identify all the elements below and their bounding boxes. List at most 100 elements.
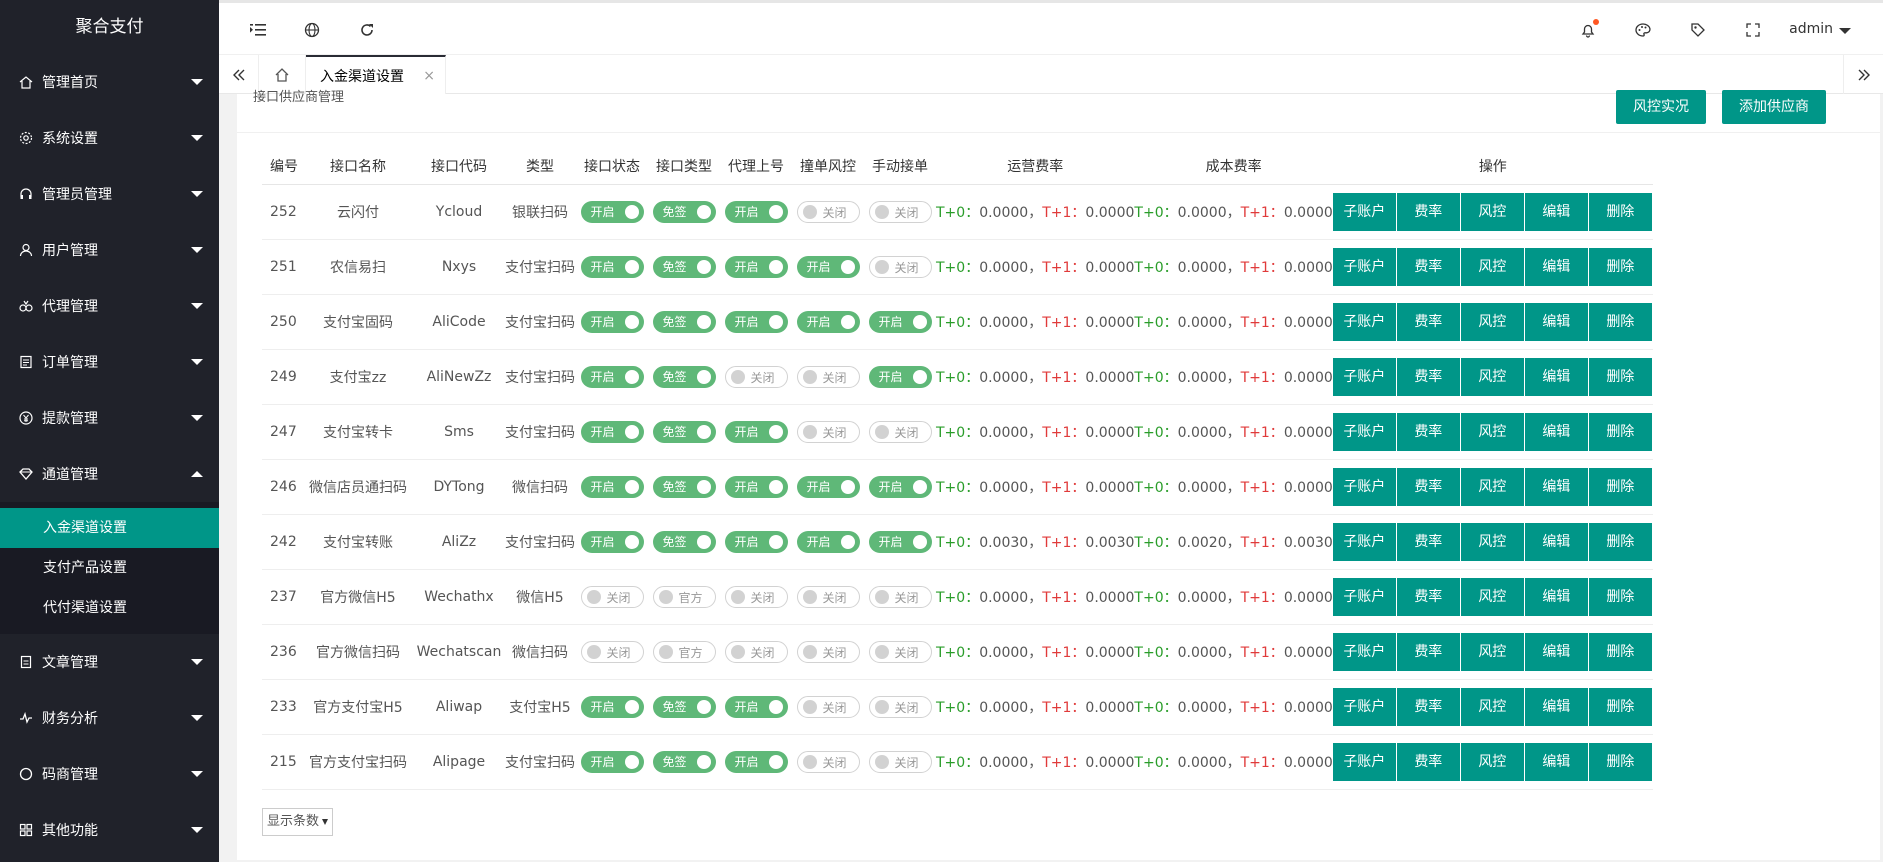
risk-control-button[interactable]: 风控 [1460, 522, 1525, 561]
switch-off[interactable]: 关闭 [868, 200, 932, 223]
switch-off[interactable]: 官方 [652, 585, 716, 608]
edit-button[interactable]: 编辑 [1524, 192, 1589, 231]
switch-on[interactable]: 开启 [580, 255, 644, 278]
switch-off[interactable]: 关闭 [580, 585, 644, 608]
switch-on[interactable]: 开启 [868, 530, 932, 553]
delete-button[interactable]: 删除 [1588, 192, 1653, 231]
rate-button[interactable]: 费率 [1396, 522, 1461, 561]
switch-on[interactable]: 开启 [724, 200, 788, 223]
delete-button[interactable]: 删除 [1588, 687, 1653, 726]
edit-button[interactable]: 编辑 [1524, 357, 1589, 396]
fullscreen-icon[interactable] [1744, 21, 1762, 39]
switch-off[interactable]: 关闭 [724, 585, 788, 608]
sidebar-subitem[interactable]: 代付渠道设置 [0, 588, 219, 628]
switch-on[interactable]: 开启 [580, 695, 644, 718]
risk-control-button[interactable]: 风控 [1460, 632, 1525, 671]
switch-on[interactable]: 免签 [652, 310, 716, 333]
switch-on[interactable]: 开启 [580, 750, 644, 773]
rate-button[interactable]: 费率 [1396, 577, 1461, 616]
delete-button[interactable]: 删除 [1588, 522, 1653, 561]
switch-on[interactable]: 开启 [724, 310, 788, 333]
add-supplier-button[interactable]: 添加供应商 [1722, 90, 1826, 124]
close-icon[interactable]: × [423, 68, 435, 84]
delete-button[interactable]: 删除 [1588, 302, 1653, 341]
switch-on[interactable]: 开启 [724, 695, 788, 718]
risk-control-button[interactable]: 风控 [1460, 357, 1525, 396]
switch-on[interactable]: 开启 [580, 530, 644, 553]
theme-icon[interactable] [1634, 21, 1652, 39]
delete-button[interactable]: 删除 [1588, 247, 1653, 286]
switch-on[interactable]: 开启 [724, 255, 788, 278]
rate-button[interactable]: 费率 [1396, 687, 1461, 726]
switch-off[interactable]: 关闭 [868, 255, 932, 278]
switch-on[interactable]: 开启 [796, 255, 860, 278]
caret-down-icon[interactable] [1839, 28, 1851, 34]
edit-button[interactable]: 编辑 [1524, 577, 1589, 616]
switch-on[interactable]: 开启 [868, 310, 932, 333]
user-menu[interactable]: admin [1789, 21, 1833, 37]
delete-button[interactable]: 删除 [1588, 577, 1653, 616]
switch-off[interactable]: 关闭 [868, 420, 932, 443]
delete-button[interactable]: 删除 [1588, 742, 1653, 781]
sidebar-item[interactable]: 系统设置 [0, 110, 219, 166]
tag-icon[interactable] [1689, 21, 1707, 39]
switch-on[interactable]: 开启 [724, 750, 788, 773]
switch-on[interactable]: 免签 [652, 200, 716, 223]
sub-account-button[interactable]: 子账户 [1332, 302, 1397, 341]
rate-button[interactable]: 费率 [1396, 412, 1461, 451]
delete-button[interactable]: 删除 [1588, 412, 1653, 451]
switch-off[interactable]: 关闭 [580, 640, 644, 663]
switch-on[interactable]: 开启 [868, 365, 932, 388]
switch-off[interactable]: 关闭 [796, 200, 860, 223]
switch-off[interactable]: 关闭 [796, 585, 860, 608]
page-size-select[interactable]: 显示条数 [262, 808, 334, 836]
sidebar-item[interactable]: 通道管理 [0, 446, 219, 502]
switch-off[interactable]: 关闭 [724, 640, 788, 663]
switch-off[interactable]: 关闭 [724, 365, 788, 388]
switch-off[interactable]: 关闭 [796, 640, 860, 663]
edit-button[interactable]: 编辑 [1524, 742, 1589, 781]
switch-on[interactable]: 开启 [580, 310, 644, 333]
switch-off[interactable]: 关闭 [868, 750, 932, 773]
switch-on[interactable]: 免签 [652, 420, 716, 443]
sidebar-item[interactable]: 其他功能 [0, 802, 219, 858]
risk-control-button[interactable]: 风控 [1460, 247, 1525, 286]
switch-on[interactable]: 开启 [580, 200, 644, 223]
sidebar-item[interactable]: 码商管理 [0, 746, 219, 802]
sub-account-button[interactable]: 子账户 [1332, 412, 1397, 451]
switch-on[interactable]: 开启 [724, 475, 788, 498]
switch-on[interactable]: 开启 [796, 310, 860, 333]
switch-on[interactable]: 免签 [652, 750, 716, 773]
sidebar-subitem[interactable]: 支付产品设置 [0, 548, 219, 588]
edit-button[interactable]: 编辑 [1524, 632, 1589, 671]
switch-on[interactable]: 免签 [652, 475, 716, 498]
switch-off[interactable]: 关闭 [796, 420, 860, 443]
sidebar-item[interactable]: 财务分析 [0, 690, 219, 746]
edit-button[interactable]: 编辑 [1524, 467, 1589, 506]
switch-off[interactable]: 关闭 [868, 585, 932, 608]
delete-button[interactable]: 删除 [1588, 467, 1653, 506]
sub-account-button[interactable]: 子账户 [1332, 577, 1397, 616]
switch-on[interactable]: 免签 [652, 365, 716, 388]
sub-account-button[interactable]: 子账户 [1332, 467, 1397, 506]
switch-on[interactable]: 开启 [796, 530, 860, 553]
switch-on[interactable]: 免签 [652, 530, 716, 553]
risk-control-button[interactable]: 风控 [1460, 192, 1525, 231]
rate-button[interactable]: 费率 [1396, 632, 1461, 671]
sidebar-subitem[interactable]: 入金渠道设置 [0, 508, 219, 548]
edit-button[interactable]: 编辑 [1524, 412, 1589, 451]
risk-control-button[interactable]: 风控 [1460, 742, 1525, 781]
delete-button[interactable]: 删除 [1588, 357, 1653, 396]
rate-button[interactable]: 费率 [1396, 467, 1461, 506]
rate-button[interactable]: 费率 [1396, 357, 1461, 396]
sub-account-button[interactable]: 子账户 [1332, 357, 1397, 396]
sub-account-button[interactable]: 子账户 [1332, 632, 1397, 671]
delete-button[interactable]: 删除 [1588, 632, 1653, 671]
sidebar-item[interactable]: 提款管理 [0, 390, 219, 446]
switch-on[interactable]: 开启 [724, 420, 788, 443]
rate-button[interactable]: 费率 [1396, 302, 1461, 341]
switch-off[interactable]: 关闭 [796, 695, 860, 718]
switch-on[interactable]: 开启 [724, 530, 788, 553]
rate-button[interactable]: 费率 [1396, 742, 1461, 781]
sub-account-button[interactable]: 子账户 [1332, 522, 1397, 561]
